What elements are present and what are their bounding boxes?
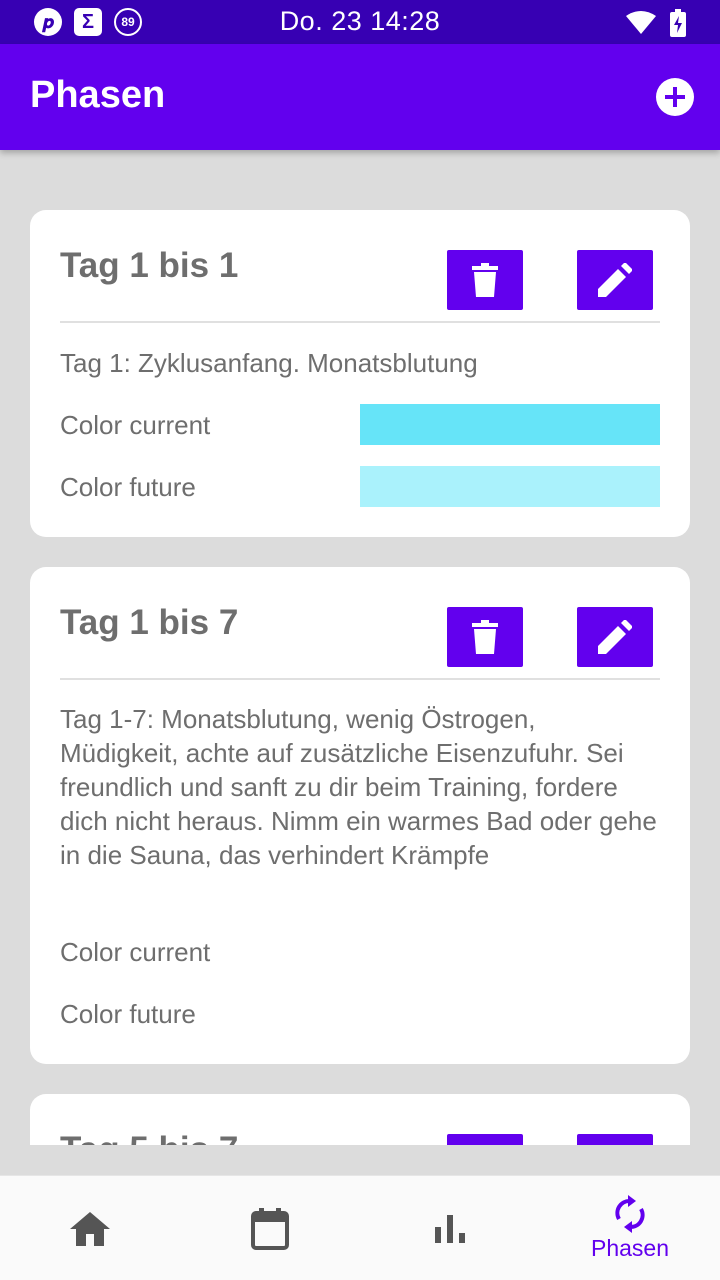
phase-description: Tag 1-7: Monatsblutung, wenig Östrogen, … [60,704,657,870]
add-circle-icon[interactable] [656,78,694,116]
color-future-swatch[interactable] [360,466,660,507]
status-time: Do. 23 14:28 [279,6,441,36]
cycle-icon [615,1195,645,1233]
page-title: Phasen [30,74,166,116]
delete-button[interactable] [447,607,523,667]
nav-statistics[interactable] [360,1176,540,1280]
phase-card: Tag 1 bis 7 Tag 1-7: Monatsblutung, weni… [30,567,690,1064]
app-bar: Phasen [0,44,720,150]
delete-button[interactable] [447,1134,523,1145]
edit-button[interactable] [577,607,653,667]
pencil-icon [598,620,632,654]
nav-calendar[interactable] [180,1176,360,1280]
nav-home[interactable] [0,1176,180,1280]
phase-title: Tag 1 bis 7 [60,603,239,642]
edit-button[interactable] [577,1134,653,1145]
trash-icon [472,620,498,654]
status-bar: 𝒑 Σ 89 Do. 23 14:28 [0,0,720,44]
trash-icon [472,263,498,297]
calendar-icon [251,1207,289,1250]
phase-description: Tag 1: Zyklusanfang. Monatsblutung [60,348,478,378]
home-icon [70,1211,110,1246]
phase-card: Tag 5 bis 7 [30,1094,690,1145]
edit-button[interactable] [577,250,653,310]
phase-list[interactable]: Tag 1 bis 1 Tag 1: Zyklusanfang. Monatsb… [0,150,720,1145]
color-current-swatch[interactable] [360,404,660,445]
phase-title: Tag 1 bis 1 [60,246,239,285]
delete-button[interactable] [447,250,523,310]
nav-phasen-label: Phasen [590,1235,669,1261]
bar-chart-icon [435,1214,465,1243]
divider [60,678,660,680]
color-current-label: Color current [60,937,211,967]
pencil-icon [598,263,632,297]
wifi-icon [626,11,656,34]
phase-title: Tag 5 bis 7 [60,1130,238,1145]
system-icons [626,9,686,37]
color-current-label: Color current [60,410,211,440]
divider [60,321,660,323]
color-future-label: Color future [60,999,196,1029]
bottom-navigation: Phasen [0,1175,720,1280]
battery-charging-icon [670,9,686,37]
phase-card: Tag 1 bis 1 Tag 1: Zyklusanfang. Monatsb… [30,210,690,537]
nav-phasen[interactable]: Phasen [540,1176,720,1280]
color-future-label: Color future [60,472,196,502]
